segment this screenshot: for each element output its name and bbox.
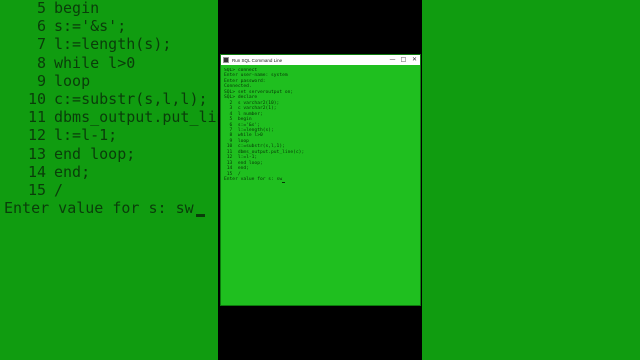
code-line: 12 l:=l-1; (6, 126, 117, 144)
code-line: 5 begin (6, 0, 99, 17)
code-line: 8 while l>0 (6, 54, 135, 72)
code-text: s:='&s'; (54, 17, 127, 36)
line-number: 6 (36, 17, 46, 36)
code-text: l:=length(s); (54, 35, 172, 54)
code-line: 6 s:='&s'; (6, 17, 126, 35)
console-prompt[interactable]: Enter value for s: sw (224, 177, 417, 183)
code-line: 7 l:=length(s); (6, 35, 171, 53)
right-background-panel (422, 0, 640, 360)
line-number: 5 (36, 0, 46, 17)
code-text: while l>0 (54, 53, 136, 72)
code-text: c:=substr(s,l,l); (54, 90, 208, 108)
code-text: end; (54, 162, 91, 181)
line-number: 9 (36, 71, 46, 90)
line-number: 15 (27, 181, 46, 199)
app-icon (223, 57, 229, 63)
code-text: l:=l-1; (54, 126, 118, 145)
prompt-text: Enter value for s: sw (4, 199, 194, 218)
code-text: begin (54, 0, 100, 17)
code-text: end loop; (54, 144, 136, 163)
code-text: / (54, 181, 64, 199)
code-text: dbms_output.put_lin (54, 108, 218, 127)
minimize-button[interactable]: — (387, 55, 398, 65)
value-prompt: Enter value for s: sw (4, 199, 205, 218)
window-title: Run SQL Command Line (232, 57, 283, 63)
line-number: 10 (27, 90, 46, 108)
text-cursor (195, 214, 205, 218)
line-number: 7 (36, 35, 46, 54)
close-button[interactable]: ✕ (409, 55, 420, 65)
code-text: loop (54, 71, 91, 90)
code-line: 15 / (6, 181, 63, 199)
line-number: 12 (27, 126, 46, 145)
line-number: 13 (27, 144, 46, 163)
left-blurred-console: 5 begin 6 s:='&s'; 7 l:=length(s); 8 while l>0 9… (0, 0, 218, 360)
console-output[interactable]: SQL> connect Enter user-name: system Enter… (224, 68, 417, 303)
code-line: 10 c:=substr(s,l,l); (6, 90, 208, 108)
line-number: 8 (36, 53, 46, 72)
sql-command-line-window[interactable]: Run SQL Command Line — □ ✕ SQL> connect E… (220, 54, 421, 306)
window-titlebar[interactable]: Run SQL Command Line — □ ✕ (221, 55, 420, 65)
code-line: 9 loop (6, 72, 90, 90)
line-number: 14 (27, 162, 46, 181)
code-line: 11 dbms_output.put_lin (6, 108, 218, 126)
console-prompt-text: Enter value for s: sw (224, 177, 283, 183)
code-line: 14 end; (6, 163, 90, 181)
code-line: 13 end loop; (6, 145, 135, 163)
console-cursor (282, 181, 286, 183)
line-number: 11 (27, 108, 46, 127)
maximize-button[interactable]: □ (398, 55, 409, 65)
